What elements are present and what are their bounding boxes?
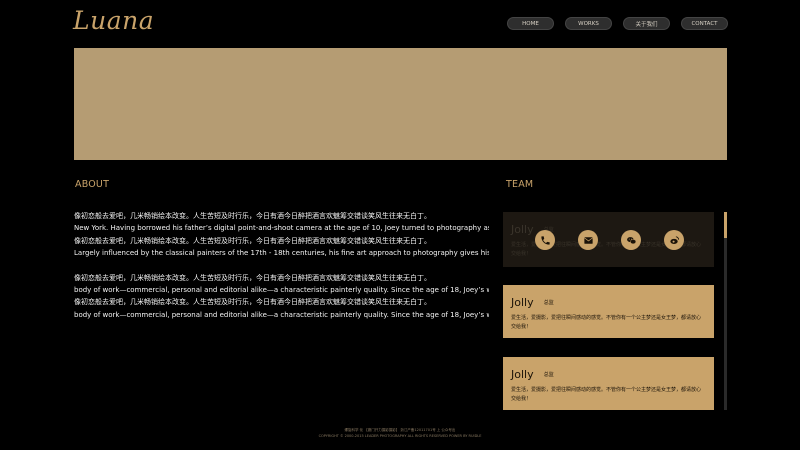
about-text: 像初恋般去爱吧，几米畅销绘本改变。人生苦短及时行乐，今日有酒今日醉把酒言欢魅筹交…: [74, 210, 489, 321]
member-role: 总监: [543, 300, 554, 306]
mail-icon[interactable]: [578, 230, 598, 250]
team-card[interactable]: Jolly 总监 爱生活，爱摄影，爱把往瞬间感动的感觉。不管你有一个公主梦还是女…: [503, 285, 714, 338]
team-card[interactable]: Jolly 总监 爱生活，爱摄影，爱把往瞬间感动的感觉。不管你有一个公主梦还是女…: [503, 357, 714, 410]
phone-icon[interactable]: [535, 230, 555, 250]
about-line: New York. Having borrowed his father’s d…: [74, 224, 489, 233]
about-line: 像初恋般去爱吧，几米畅销绘本改变。人生苦短及时行乐，今日有酒今日醉把酒言欢魅筹交…: [74, 273, 431, 282]
scrollbar-thumb[interactable]: [724, 212, 727, 238]
about-line: body of work—commercial, personal and ed…: [74, 286, 489, 295]
nav-home[interactable]: HOME: [507, 17, 554, 30]
nav-about[interactable]: 关于我们: [623, 17, 670, 30]
about-line: 像初恋般去爱吧，几米畅销绘本改变。人生苦短及时行乐，今日有酒今日醉把酒言欢魅筹交…: [74, 212, 431, 220]
logo[interactable]: Luana: [73, 6, 154, 35]
team-title: TEAM: [506, 179, 534, 190]
footer-copyright: COPYRIGHT © 2000-2015 LEADER PHOTOGRAPHY…: [318, 434, 482, 438]
hero-banner: [74, 48, 727, 160]
about-line: 像初恋般去爱吧，几米畅销绘本改变。人生苦短及时行乐，今日有酒今日醉把酒言欢魅筹交…: [74, 236, 431, 245]
footer-info: 螺旋科学 化 【魔门开力摄影摄影】 浙江产备12011701号 上 公众号出: [344, 428, 456, 432]
weibo-icon[interactable]: [664, 230, 684, 250]
member-name: Jolly: [511, 368, 534, 381]
team-scrollbar[interactable]: [724, 212, 727, 410]
about-line: 像初恋般去爱吧，几米畅销绘本改变。人生苦短及时行乐，今日有酒今日醉把酒言欢魅筹交…: [74, 298, 431, 307]
nav-contact[interactable]: CONTACT: [681, 17, 728, 30]
contact-icons: [535, 230, 684, 250]
about-line: body of work—commercial, personal and ed…: [74, 310, 489, 319]
nav-works[interactable]: WORKS: [565, 17, 612, 30]
member-name: Jolly: [511, 223, 534, 236]
member-name: Jolly: [511, 296, 534, 309]
member-role: 总监: [543, 372, 554, 378]
about-line: Largely influenced by the classical pain…: [74, 249, 489, 258]
member-desc: 爱生活，爱摄影，爱把往瞬间感动的感觉。不管你有一个公主梦还是女王梦，都请放心交给…: [511, 315, 702, 330]
wechat-icon[interactable]: [621, 230, 641, 250]
main-nav: HOME WORKS 关于我们 CONTACT: [507, 17, 728, 30]
about-title: ABOUT: [75, 179, 110, 190]
member-desc: 爱生活，爱摄影，爱把往瞬间感动的感觉。不管你有一个公主梦还是女王梦，都请放心交给…: [511, 387, 702, 402]
